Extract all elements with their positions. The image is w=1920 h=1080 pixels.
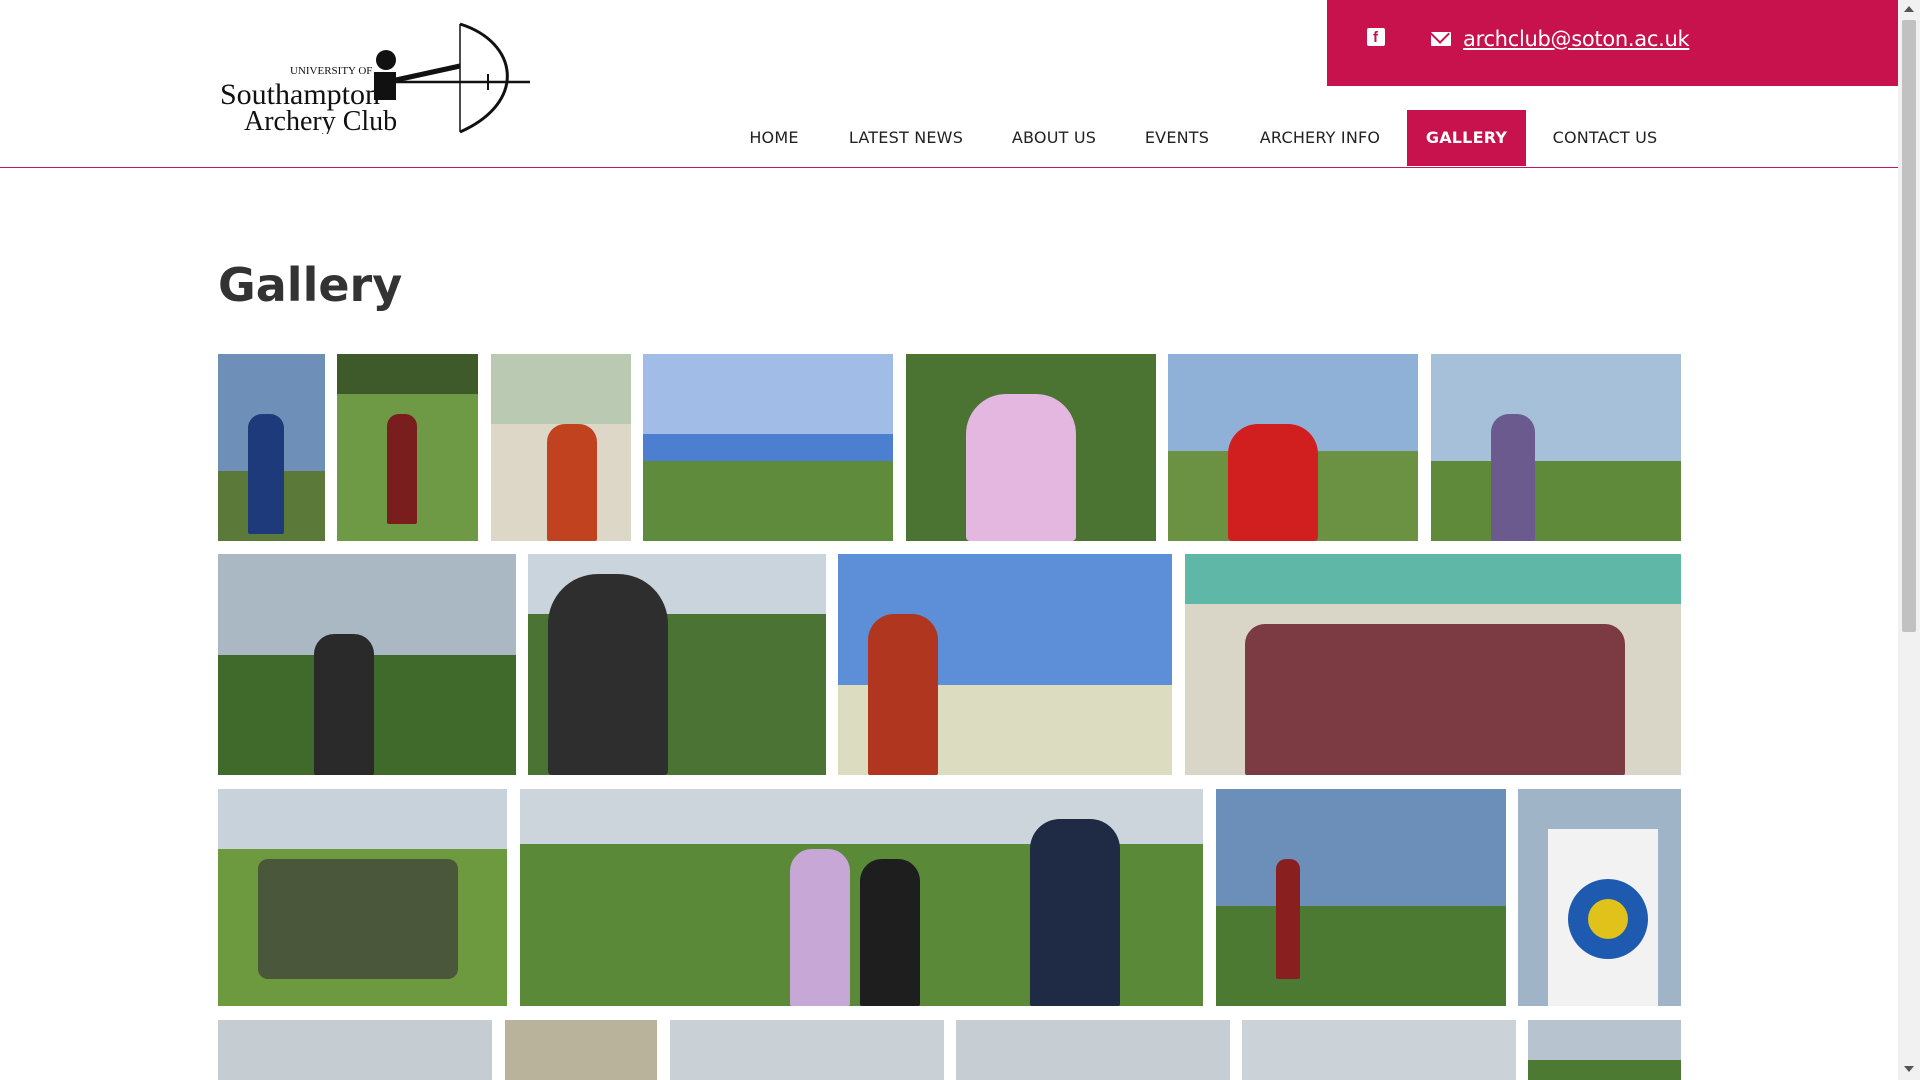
archery-logo-graphic: UNIVERSITY OF Southampton Archery Club xyxy=(220,22,530,137)
gallery-photo[interactable] xyxy=(1518,789,1681,1006)
gallery-photo[interactable] xyxy=(218,354,325,541)
nav-item-latest-news[interactable]: LATEST NEWS xyxy=(836,110,976,166)
gallery-photo[interactable] xyxy=(1242,1020,1516,1080)
gallery-photo[interactable] xyxy=(491,354,631,541)
scroll-thumb[interactable] xyxy=(1902,20,1916,632)
nav-item-contact-us[interactable]: CONTACT US xyxy=(1538,110,1672,166)
vertical-scrollbar[interactable] xyxy=(1898,0,1920,1080)
gallery-photo[interactable] xyxy=(218,554,516,775)
nav-item-home[interactable]: HOME xyxy=(724,110,824,166)
site-header: UNIVERSITY OF Southampton Archery Club f… xyxy=(0,0,1898,168)
gallery-photo[interactable] xyxy=(528,554,826,775)
gallery-photo[interactable] xyxy=(956,1020,1230,1080)
nav-item-events[interactable]: EVENTS xyxy=(1130,110,1224,166)
envelope-icon xyxy=(1431,32,1451,46)
gallery-photo[interactable] xyxy=(337,354,478,541)
gallery-photo[interactable] xyxy=(218,789,507,1006)
nav-item-archery-info[interactable]: ARCHERY INFO xyxy=(1240,110,1400,166)
email-link[interactable]: archclub@soton.ac.uk xyxy=(1463,27,1690,51)
facebook-icon[interactable]: f xyxy=(1367,28,1385,46)
gallery-photo[interactable] xyxy=(505,1020,657,1080)
nav-item-about-us[interactable]: ABOUT US xyxy=(992,110,1116,166)
gallery-photo[interactable] xyxy=(906,354,1156,541)
gallery-photo[interactable] xyxy=(520,789,1203,1006)
club-logo[interactable]: UNIVERSITY OF Southampton Archery Club xyxy=(218,22,530,137)
gallery-photo[interactable] xyxy=(1528,1020,1681,1080)
nav-item-gallery[interactable]: GALLERY xyxy=(1407,110,1526,166)
svg-text:Archery Club: Archery Club xyxy=(244,106,397,134)
gallery-photo[interactable] xyxy=(643,354,893,541)
gallery-photo[interactable] xyxy=(670,1020,944,1080)
gallery-photo[interactable] xyxy=(1185,554,1681,775)
gallery-photo[interactable] xyxy=(1431,354,1681,541)
gallery-photo[interactable] xyxy=(838,554,1172,775)
contact-topbar: f archclub@soton.ac.uk xyxy=(1327,0,1898,86)
page-title: Gallery xyxy=(218,258,403,312)
gallery-photo[interactable] xyxy=(1216,789,1506,1006)
scroll-up-arrow-icon[interactable] xyxy=(1904,6,1914,12)
gallery-photo[interactable] xyxy=(1168,354,1418,541)
gallery-photo[interactable] xyxy=(218,1020,492,1080)
svg-text:UNIVERSITY OF: UNIVERSITY OF xyxy=(290,65,372,77)
scroll-down-arrow-icon[interactable] xyxy=(1904,1066,1914,1072)
